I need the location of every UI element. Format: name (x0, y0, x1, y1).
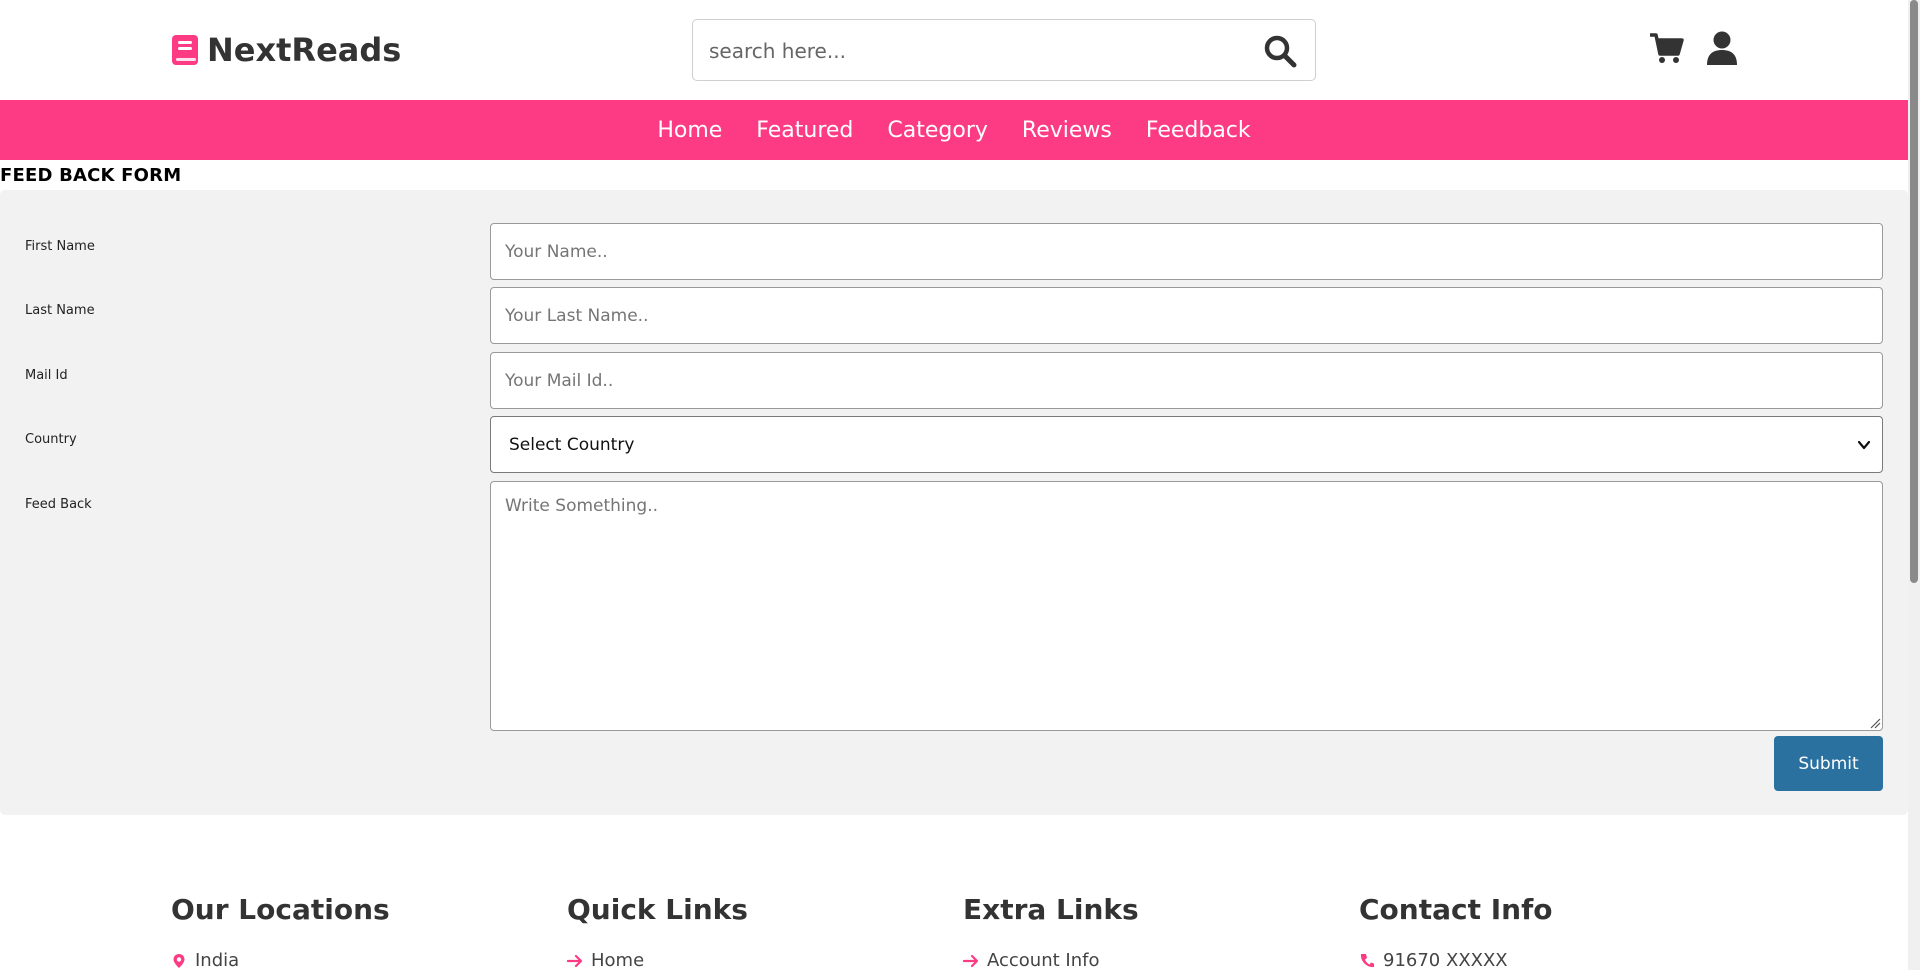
phone-icon (1360, 953, 1374, 967)
country-label: Country (25, 432, 77, 447)
user-icon[interactable] (1704, 30, 1740, 66)
footer-quick-links: Quick Links Home (567, 893, 748, 971)
last-name-label: Last Name (25, 303, 95, 318)
footer-quick-links-title: Quick Links (567, 893, 748, 926)
footer-quick-link-text: Home (591, 950, 645, 971)
footer-contact-info: Contact Info 91670 XXXXX (1359, 893, 1553, 971)
search-box (692, 19, 1316, 82)
country-selected-value: Select Country (509, 434, 635, 455)
footer-extra-links: Extra Links Account Info (963, 893, 1139, 971)
arrow-right-icon (567, 954, 583, 967)
footer-locations-title: Our Locations (171, 893, 390, 926)
country-select[interactable]: Select Country (490, 416, 1883, 473)
header: NextReads (0, 0, 1908, 100)
search-icon[interactable] (1263, 34, 1297, 68)
feedback-form: First Name Last Name Mail Id Country Sel… (0, 190, 1908, 815)
brand-name: NextReads (207, 31, 402, 69)
mail-id-input[interactable] (490, 352, 1883, 409)
mail-id-label: Mail Id (25, 368, 68, 383)
nav-featured[interactable]: Featured (756, 118, 853, 143)
footer-extra-links-title: Extra Links (963, 893, 1139, 926)
book-icon (172, 35, 198, 65)
nav-home[interactable]: Home (657, 118, 722, 143)
footer-locations: Our Locations India (171, 893, 390, 971)
feedback-field-wrap (0, 481, 1908, 731)
submit-button[interactable]: Submit (1774, 736, 1883, 791)
footer-contact-text: 91670 XXXXX (1383, 950, 1508, 971)
feedback-textarea[interactable] (490, 481, 1883, 731)
footer-contact-item[interactable]: 91670 XXXXX (1359, 950, 1553, 971)
footer-extra-link-item[interactable]: Account Info (963, 950, 1139, 971)
scrollbar-thumb[interactable] (1910, 0, 1918, 583)
footer-quick-link-item[interactable]: Home (567, 950, 748, 971)
first-name-input[interactable] (490, 223, 1883, 280)
header-actions (1648, 30, 1740, 66)
brand-logo[interactable]: NextReads (171, 30, 401, 70)
footer: Our Locations India Quick Links Home Ext… (0, 815, 1908, 971)
first-name-label: First Name (25, 239, 95, 254)
chevron-down-icon (1857, 440, 1871, 450)
footer-location-item[interactable]: India (171, 950, 390, 971)
footer-location-text: India (195, 950, 240, 971)
last-name-input[interactable] (490, 287, 1883, 344)
nav-feedback[interactable]: Feedback (1146, 118, 1251, 143)
footer-contact-title: Contact Info (1359, 893, 1553, 926)
nav-category[interactable]: Category (887, 118, 988, 143)
search-input[interactable] (707, 20, 1231, 82)
page-scrollbar[interactable] (1908, 0, 1920, 970)
form-title: FEED BACK FORM (0, 165, 182, 186)
resize-grip-icon[interactable] (1869, 717, 1881, 729)
main-navbar: Home Featured Category Reviews Feedback (0, 100, 1908, 160)
cart-icon[interactable] (1648, 30, 1684, 66)
arrow-right-icon (963, 954, 979, 967)
nav-reviews[interactable]: Reviews (1022, 118, 1112, 143)
footer-extra-link-text: Account Info (987, 950, 1100, 971)
map-pin-icon (173, 953, 185, 968)
